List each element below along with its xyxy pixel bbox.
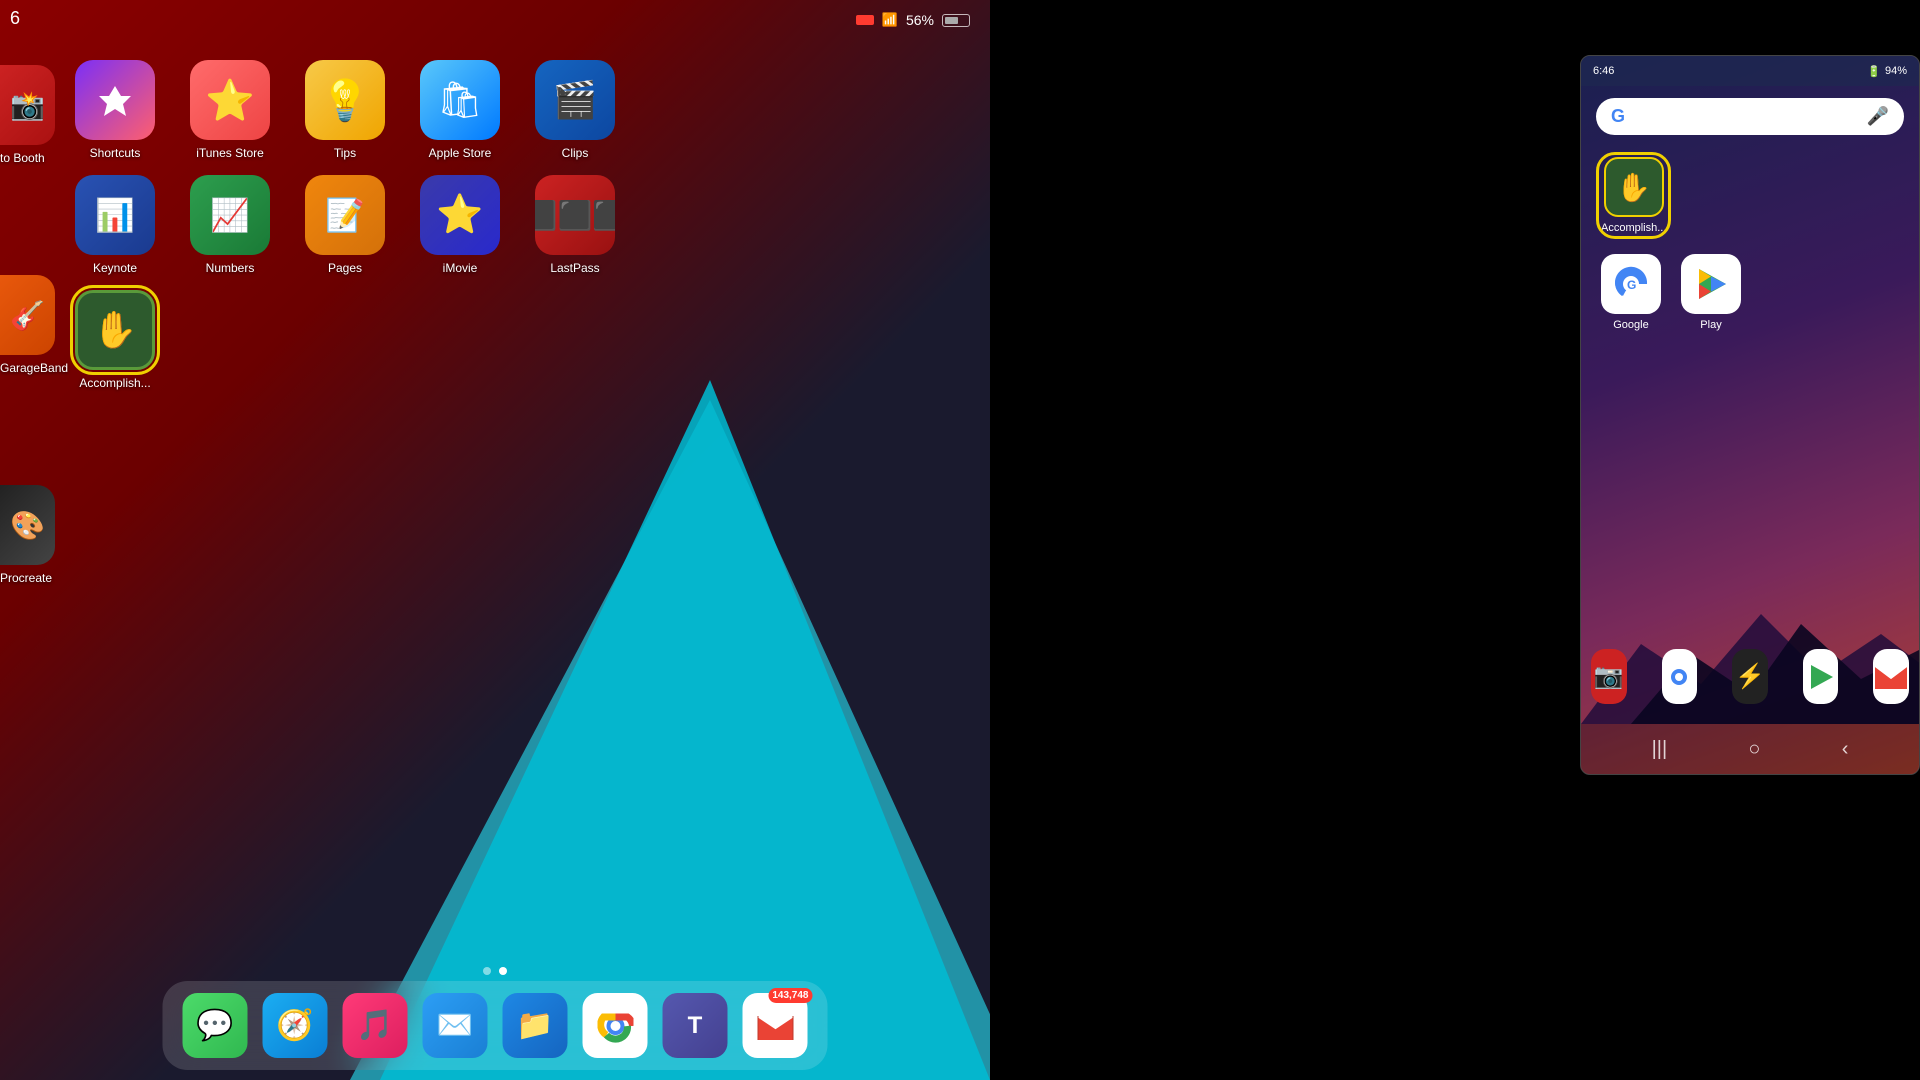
app-label-clips: Clips — [562, 146, 589, 160]
android-play-label: Play — [1700, 319, 1721, 331]
wifi-status-icon: 📶 — [882, 12, 898, 28]
page-dot-2[interactable] — [499, 967, 507, 975]
app-label-accomplished: Accomplish... — [79, 376, 150, 390]
android-dock-gmail[interactable] — [1873, 649, 1909, 704]
android-nav-home[interactable]: ○ — [1748, 738, 1760, 761]
app-label-apple-store: Apple Store — [429, 146, 492, 160]
android-bottom-dock: 📷 ⚡ — [1581, 639, 1919, 714]
app-label-lastpass: LastPass — [550, 261, 599, 275]
ipad-screen: 6 📶 56% 📸 to Booth 🎸 GarageBand 🎨 Procre… — [0, 0, 990, 1080]
dock-teams[interactable]: T — [663, 993, 728, 1058]
app-label-shortcuts: Shortcuts — [90, 146, 141, 160]
android-google-label: Google — [1613, 319, 1648, 331]
app-label-garageband: GarageBand — [0, 361, 68, 375]
dock-messages[interactable]: 💬 — [183, 993, 248, 1058]
app-item-clips[interactable]: 🎬 Clips — [530, 60, 620, 160]
android-accomplished-label: Accomplish... — [1601, 222, 1666, 234]
battery-red-icon — [856, 15, 874, 25]
dock-music[interactable]: 🎵 — [343, 993, 408, 1058]
app-item-imovie[interactable]: ⭐ iMovie — [415, 175, 505, 275]
android-apps-row: G Google Play — [1581, 244, 1919, 341]
app-label-imovie: iMovie — [443, 261, 478, 275]
dock-files[interactable]: 📁 — [503, 993, 568, 1058]
app-item-numbers[interactable]: 📈 Numbers — [185, 175, 275, 275]
android-dock-playstore[interactable] — [1803, 649, 1839, 704]
app-label-photo-booth: to Booth — [0, 151, 45, 165]
android-nav-bar: ||| ○ ‹ — [1581, 724, 1919, 774]
app-item-pages[interactable]: 📝 Pages — [300, 175, 390, 275]
ipad-status-bar: 6 📶 56% — [0, 0, 990, 40]
app-item-procreate[interactable]: 🎨 Procreate — [0, 485, 68, 585]
android-nav-recents[interactable]: ||| — [1652, 738, 1668, 761]
android-google-app[interactable]: G Google — [1601, 254, 1661, 331]
app-item-apple-store[interactable]: 🛍 Apple Store — [415, 60, 505, 160]
app-item-tips[interactable]: 💡 Tips — [300, 60, 390, 160]
dock-chrome[interactable] — [583, 993, 648, 1058]
android-status-bar: 6:46 🔋 94% — [1581, 56, 1919, 86]
app-label-numbers: Numbers — [206, 261, 255, 275]
app-label-pages: Pages — [328, 261, 362, 275]
app-label-keynote: Keynote — [93, 261, 137, 275]
app-item-photo-booth[interactable]: 📸 to Booth — [0, 65, 68, 165]
app-item-itunes[interactable]: ⭐ iTunes Store — [185, 60, 275, 160]
app-item-keynote[interactable]: 📊 Keynote — [70, 175, 160, 275]
android-battery-icon: 🔋 — [1867, 65, 1881, 78]
android-dock-camera[interactable]: 📷 — [1591, 649, 1627, 704]
svg-text:G: G — [1627, 278, 1636, 292]
android-accomplished-app[interactable]: ✋ Accomplish... — [1601, 157, 1666, 234]
android-dock-launcher[interactable]: ⚡ — [1732, 649, 1768, 704]
dock-mail[interactable]: ✉️ — [423, 993, 488, 1058]
microphone-icon[interactable]: 🎤 — [1867, 106, 1889, 127]
android-dock-chrome[interactable] — [1662, 649, 1698, 704]
android-search-bar[interactable]: G 🎤 — [1596, 98, 1904, 135]
android-screen: 6:46 🔋 94% G 🎤 ✋ Accomplish... — [1580, 55, 1920, 775]
android-play-app[interactable]: Play — [1681, 254, 1741, 331]
gmail-badge: 143,748 — [768, 988, 812, 1003]
app-label-itunes: iTunes Store — [196, 146, 264, 160]
google-logo: G — [1611, 106, 1625, 127]
app-item-garageband[interactable]: 🎸 GarageBand — [0, 275, 68, 375]
ipad-time: 6 — [10, 8, 20, 29]
dock-gmail[interactable]: 143,748 — [743, 993, 808, 1058]
page-dots — [483, 967, 507, 975]
ipad-dock: 💬 🧭 🎵 ✉️ 📁 T 143,748 — [163, 981, 828, 1070]
app-item-lastpass[interactable]: ⬛⬛⬛ LastPass — [530, 175, 620, 275]
battery-percent: 56% — [906, 12, 934, 28]
android-time: 6:46 — [1593, 65, 1614, 77]
android-battery: 94% — [1885, 65, 1907, 77]
app-label-tips: Tips — [334, 146, 356, 160]
android-nav-back[interactable]: ‹ — [1842, 738, 1849, 761]
dock-safari[interactable]: 🧭 — [263, 993, 328, 1058]
app-item-accomplished[interactable]: ✋ Accomplish... — [70, 290, 160, 390]
battery-bar — [942, 14, 970, 27]
app-item-shortcuts[interactable]: Shortcuts — [70, 60, 160, 160]
app-label-procreate: Procreate — [0, 571, 52, 585]
page-dot-1[interactable] — [483, 967, 491, 975]
